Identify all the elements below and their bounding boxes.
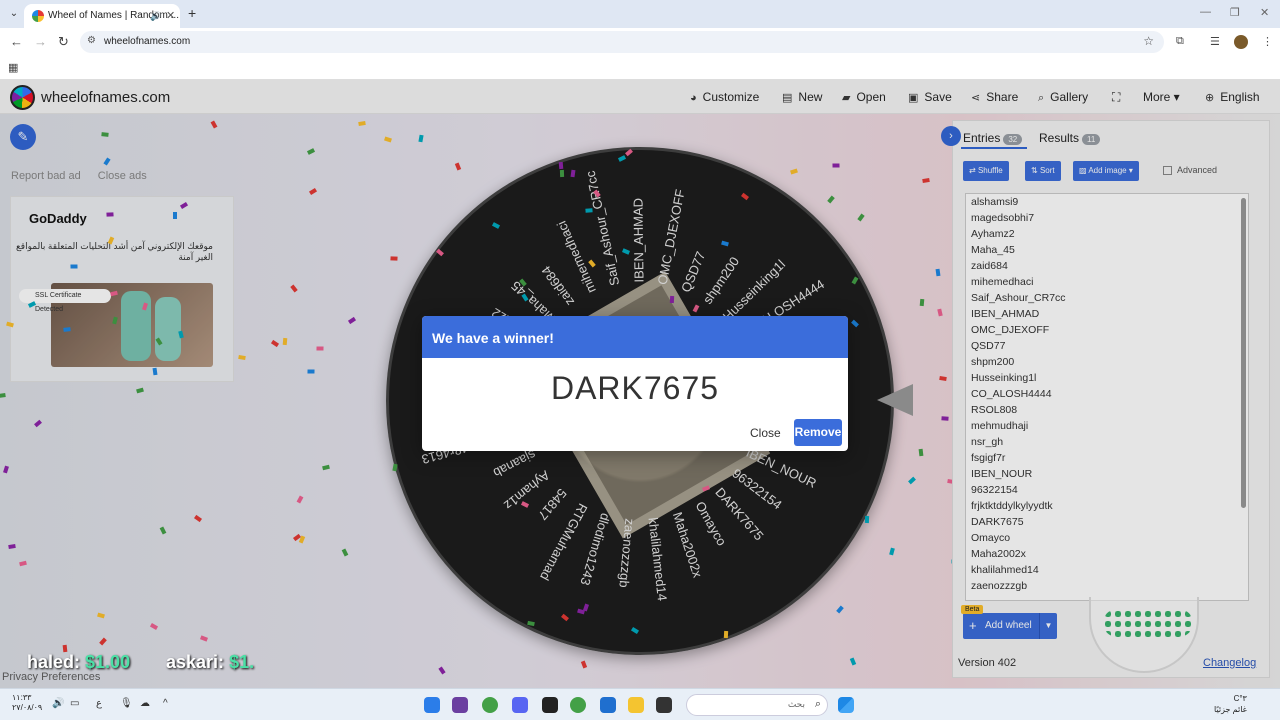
browser-toolbar: ← → ↻ ⚙ wheelofnames.com ☆ ⧉ ☰ ⋮ xyxy=(0,28,1280,56)
window-close-icon[interactable]: ✕ xyxy=(1260,6,1269,19)
menu-icon[interactable]: ⋮ xyxy=(1262,35,1273,48)
privacy-preferences-link[interactable]: Privacy Preferences xyxy=(2,671,100,683)
weather-widget[interactable]: ٣°C غائم جزئيًا xyxy=(1214,693,1247,715)
nav-share[interactable]: ⋖ Share xyxy=(971,90,1018,104)
app-icon[interactable] xyxy=(452,697,468,713)
winner-name: DARK7675 xyxy=(550,370,720,406)
share-icon: ⋖ xyxy=(971,92,981,104)
winner-dialog-title: We have a winner! xyxy=(422,316,848,358)
nav-new[interactable]: ▤ New xyxy=(782,90,822,104)
nav-gallery[interactable]: ⌕ Gallery xyxy=(1038,90,1088,105)
search-icon: ⌕ xyxy=(1038,92,1045,104)
forward-icon[interactable]: → xyxy=(34,34,47,49)
network-icon[interactable]: ▭ xyxy=(70,698,79,709)
discord-icon[interactable] xyxy=(512,697,528,713)
tab-close-icon[interactable]: ✕ xyxy=(166,4,175,28)
favicon-icon xyxy=(32,10,44,22)
extensions-icon[interactable]: ⧉ xyxy=(1176,35,1184,48)
new-tab-icon[interactable]: + xyxy=(188,5,196,21)
input-language[interactable]: ع xyxy=(96,698,102,709)
apps-grid-icon[interactable]: ▦ xyxy=(8,61,18,74)
microphone-icon[interactable]: 🎙 xyxy=(120,698,133,709)
reload-icon[interactable]: ↻ xyxy=(58,34,69,50)
remove-button[interactable]: Remove xyxy=(794,419,842,446)
url-text: wheelofnames.com xyxy=(104,36,191,47)
chrome-icon[interactable] xyxy=(570,697,586,713)
tab-search-icon[interactable]: ⌄ xyxy=(6,6,22,22)
app-icon[interactable] xyxy=(542,697,558,713)
nav-customize[interactable]: ◕ Customize xyxy=(690,90,759,104)
chrome-icon[interactable] xyxy=(482,697,498,713)
profile-avatar[interactable] xyxy=(1234,35,1248,49)
stream-donation-sticker: askari: $1. xyxy=(166,652,255,672)
back-icon[interactable]: ← xyxy=(10,34,23,49)
restore-icon[interactable]: ❐ xyxy=(1230,6,1240,19)
minimize-icon[interactable]: — xyxy=(1200,6,1211,18)
bookmark-star-icon[interactable]: ☆ xyxy=(1143,34,1154,48)
browser-tabstrip: ⌄ Wheel of Names | Random ... 🔊 ✕ + — ❐ … xyxy=(0,0,1280,28)
file-explorer-icon[interactable] xyxy=(628,697,644,713)
close-button[interactable]: Close xyxy=(750,426,781,440)
globe-icon: ⊕ xyxy=(1205,92,1215,104)
windows-taskbar: ١١:٣٣ ٢٧/٠٨/٠٩ 🔊 ▭ ع 🎙 ☁ ^ بحث ⌕ ٣°C غائم … xyxy=(0,688,1280,720)
bookmarks-bar: ▦ xyxy=(0,56,1280,80)
stream-donation-sticker: haled: $1.00 xyxy=(27,652,131,672)
address-bar[interactable]: ⚙ wheelofnames.com ☆ xyxy=(80,31,1164,53)
reading-list-icon[interactable]: ☰ xyxy=(1210,35,1220,48)
winner-dialog: We have a winner! DARK7675 Close Remove xyxy=(422,316,848,451)
cloud-icon[interactable]: ☁ xyxy=(140,698,150,709)
browser-tab[interactable]: Wheel of Names | Random ... 🔊 ✕ xyxy=(24,4,180,28)
save-icon: ▣ xyxy=(908,92,919,104)
file-icon: ▤ xyxy=(782,92,793,104)
windows-start-icon[interactable] xyxy=(838,697,854,713)
app-icon[interactable] xyxy=(656,697,672,713)
site-header: wheelofnames.com ◕ Customize ▤ New ▰ Open ▣… xyxy=(0,80,1280,114)
site-name[interactable]: wheelofnames.com xyxy=(41,89,170,106)
nav-open[interactable]: ▰ Open xyxy=(842,90,886,104)
volume-icon[interactable]: 🔊 xyxy=(52,698,64,709)
taskbar-search[interactable]: بحث ⌕ xyxy=(686,694,828,716)
site-logo[interactable] xyxy=(10,85,35,110)
clock[interactable]: ١١:٣٣ ٢٧/٠٨/٠٩ xyxy=(12,693,42,713)
site-info-icon[interactable]: ⚙ xyxy=(87,35,96,46)
app-icon[interactable] xyxy=(424,697,440,713)
folder-icon: ▰ xyxy=(842,92,851,104)
fullscreen-icon[interactable]: ⛶ xyxy=(1112,90,1120,105)
store-icon[interactable] xyxy=(600,697,616,713)
chevron-up-icon[interactable]: ^ xyxy=(163,698,168,709)
nav-language[interactable]: ⊕ English xyxy=(1205,90,1260,104)
audio-icon[interactable]: 🔊 xyxy=(150,4,161,28)
palette-icon: ◕ xyxy=(690,92,697,104)
nav-more[interactable]: More ▾ xyxy=(1143,90,1180,104)
nav-save[interactable]: ▣ Save xyxy=(908,90,952,104)
search-icon: ⌕ xyxy=(814,698,821,710)
